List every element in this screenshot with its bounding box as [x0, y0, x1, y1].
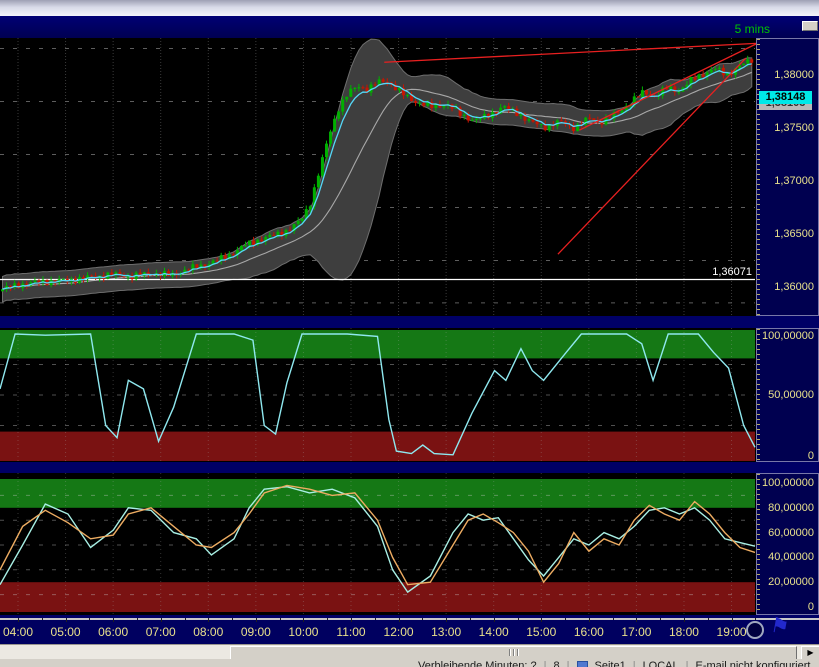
time-tick-label: 10:00 — [288, 625, 318, 639]
time-tick-minor — [232, 618, 233, 620]
time-tick-label: 15:00 — [526, 625, 556, 639]
time-tick-minor — [755, 618, 756, 620]
time-tick-label: 11:00 — [336, 625, 365, 639]
status-remaining-minutes: Verbleibende Minuten: ? — [418, 660, 537, 667]
time-tick-minor — [422, 618, 423, 620]
page-square-icon — [577, 661, 588, 667]
time-tick-minor — [137, 618, 138, 620]
time-tick-label: 19:00 — [717, 625, 747, 639]
price-tick-label: 1,37000 — [774, 175, 814, 187]
time-tick-minor — [565, 618, 566, 620]
time-tick-minor — [470, 618, 471, 620]
last-price-badge: 1,38148 — [759, 91, 812, 104]
price-chart-panel[interactable]: 1,36071 — [0, 38, 756, 316]
price-tick-label: 1,36500 — [774, 228, 814, 240]
indicator-tick-label: 80,00000 — [768, 502, 814, 514]
time-tick-minor — [185, 618, 186, 620]
status-connection: LOCAL — [643, 660, 679, 667]
scrollbar-thumb[interactable] — [230, 646, 797, 660]
time-tick-minor — [518, 618, 519, 620]
time-tick — [684, 618, 685, 622]
price-axis[interactable]: 1,38103 1,38148 1,380001,375001,370001,3… — [756, 38, 819, 316]
chart-toolbar — [0, 16, 819, 38]
indicator-tick-label: 100,00000 — [762, 330, 814, 342]
time-tick-minor — [708, 618, 709, 620]
time-tick — [66, 618, 67, 622]
time-tick-label: 12:00 — [384, 625, 414, 639]
time-tick-label: 08:00 — [193, 625, 223, 639]
axis-ticks — [757, 474, 760, 614]
time-tick-label: 06:00 — [98, 625, 128, 639]
time-tick — [113, 618, 114, 622]
time-tick-minor — [375, 618, 376, 620]
clock-icon — [746, 621, 764, 639]
time-tick-label: 13:00 — [431, 625, 461, 639]
indicator-tick-label: 100,00000 — [762, 477, 814, 489]
time-tick-label: 04:00 — [3, 625, 33, 639]
time-tick-minor — [89, 618, 90, 620]
time-tick — [351, 618, 352, 622]
time-tick — [636, 618, 637, 622]
horizontal-scrollbar[interactable]: ▶ — [0, 644, 819, 659]
status-mail: E-mail nicht konfiguriert — [696, 660, 811, 667]
time-tick — [446, 618, 447, 622]
panel-minimize-button[interactable] — [802, 21, 818, 31]
status-bar: Verbleibende Minuten: ? | 8 | Seite1 | L… — [0, 659, 819, 667]
price-axis-ticks — [757, 39, 760, 315]
time-tick-label: 16:00 — [574, 625, 604, 639]
time-tick — [494, 618, 495, 622]
time-tick-label: 18:00 — [669, 625, 699, 639]
indicator-tick-label: 20,00000 — [768, 576, 814, 588]
trading-app-window: 5 mins 1,36071 1,38103 1,38148 1,380001,… — [0, 0, 819, 667]
time-axis[interactable]: 04:00 05:00 06:00 07:00 08:00 09:00 10:00 11:00… — [0, 618, 819, 644]
interval-label: 5 mins — [735, 22, 770, 36]
time-tick-label: 17:00 — [621, 625, 651, 639]
time-tick-label: 05:00 — [51, 625, 81, 639]
stochastic-slow-axis[interactable]: 7,10751 100,0000050,000000 — [756, 328, 819, 462]
status-count: 8 — [554, 660, 560, 667]
session-price-label: 1,36071 — [712, 266, 752, 278]
stochastic-slow-panel[interactable] — [0, 328, 756, 462]
time-tick-label: 09:00 — [241, 625, 271, 639]
time-tick — [589, 618, 590, 622]
time-tick — [399, 618, 400, 622]
time-tick — [732, 618, 733, 622]
status-page[interactable]: Seite1 — [595, 660, 626, 667]
panel-separator[interactable] — [0, 316, 819, 328]
time-tick — [303, 618, 304, 622]
stochastic-slow-canvas[interactable] — [0, 328, 756, 462]
stochastic-fast-axis[interactable]: 43,75701 48,94753 100,0000080,0000060,00… — [756, 473, 819, 615]
bollinger-band — [3, 39, 752, 302]
time-tick-minor — [613, 618, 614, 620]
time-tick-label: 14:00 — [479, 625, 509, 639]
time-tick-minor — [660, 618, 661, 620]
stochastic-fast-canvas[interactable] — [0, 473, 756, 615]
time-tick — [161, 618, 162, 622]
scrollbar-grip-icon — [509, 649, 519, 656]
time-tick-label: 07:00 — [146, 625, 176, 639]
time-tick — [256, 618, 257, 622]
price-tick-label: 1,37500 — [774, 122, 814, 134]
price-chart-canvas[interactable] — [0, 38, 756, 316]
time-tick-minor — [327, 618, 328, 620]
indicator-tick-label: 0 — [808, 601, 814, 613]
indicator-tick-label: 40,00000 — [768, 551, 814, 563]
time-tick-minor — [42, 618, 43, 620]
window-title-bar[interactable] — [0, 0, 819, 16]
indicator-tick-label: 50,00000 — [768, 389, 814, 401]
time-tick-minor — [280, 618, 281, 620]
time-tick — [541, 618, 542, 622]
axis-ticks — [757, 329, 760, 461]
time-tick — [208, 618, 209, 622]
trend-line — [384, 43, 756, 62]
stochastic-fast-panel[interactable] — [0, 473, 756, 615]
indicator-tick-label: 0 — [808, 450, 814, 462]
price-tick-label: 1,36000 — [774, 281, 814, 293]
indicator-tick-label: 60,00000 — [768, 527, 814, 539]
price-tick-label: 1,38000 — [774, 69, 814, 81]
flag-icon[interactable]: ⚑ — [768, 613, 802, 646]
time-tick — [18, 618, 19, 622]
panel-separator[interactable] — [0, 462, 819, 473]
